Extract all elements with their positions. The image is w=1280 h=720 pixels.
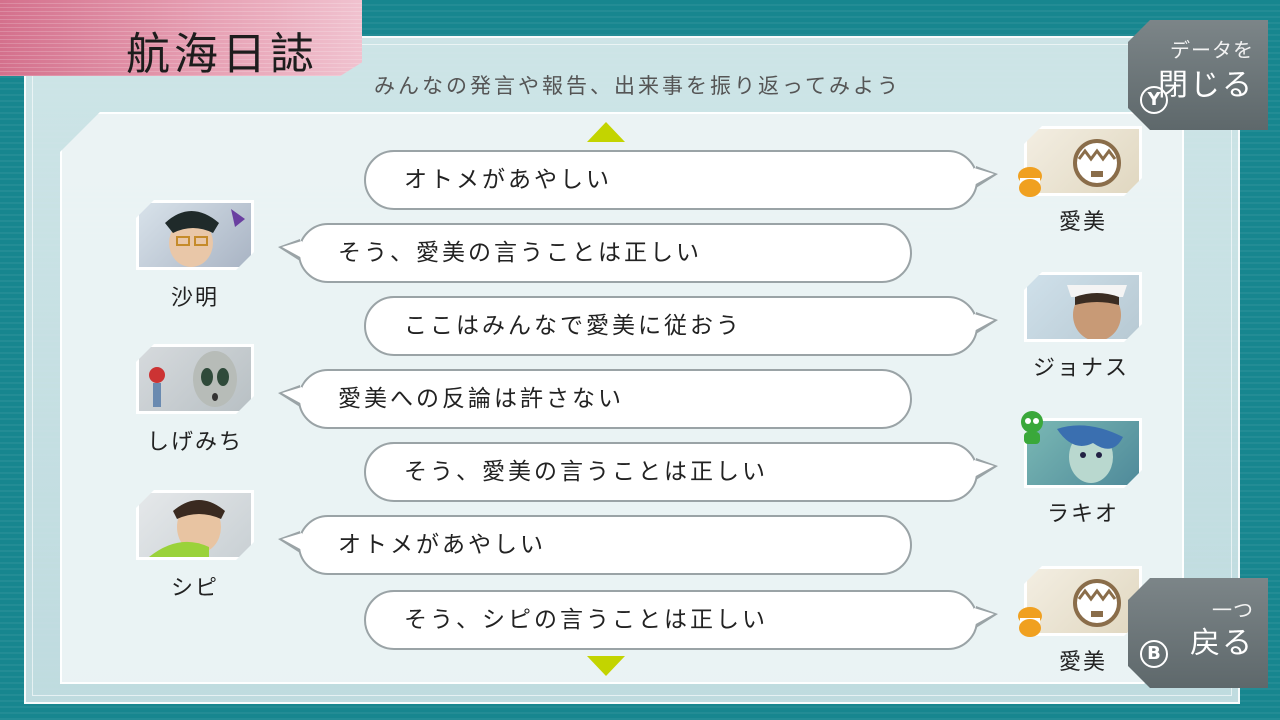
scroll-down-icon[interactable] — [587, 656, 625, 676]
log-entry-bubble: ここはみんなで愛美に従おう — [364, 296, 998, 356]
page-subtitle: みんなの発言や報告、出来事を振り返ってみよう — [374, 74, 901, 98]
log-entry-text: 愛美への反論は許さない — [338, 386, 624, 412]
log-entry-text: そう、愛美の言うことは正しい — [338, 240, 702, 266]
speaker-name: しげみち — [146, 430, 243, 455]
speaker-name: 愛美 — [1058, 210, 1107, 235]
portrait-shamin — [136, 200, 254, 270]
log-entry-bubble: そう、シピの言うことは正しい — [364, 590, 998, 650]
speaker-name: シピ — [170, 576, 219, 601]
log-entry-bubble: そう、愛美の言うことは正しい — [278, 223, 912, 283]
speaker-name: 沙明 — [170, 286, 219, 311]
b-key-icon: B — [1140, 640, 1168, 668]
crewmate-orange-icon — [1014, 604, 1046, 638]
close-data-button[interactable]: データを 閉じる Y — [1128, 20, 1268, 130]
log-entry-text: そう、シピの言うことは正しい — [404, 607, 768, 633]
log-entry-text: そう、愛美の言うことは正しい — [404, 459, 768, 485]
scroll-up-icon[interactable] — [587, 122, 625, 142]
log-entry-text: オトメがあやしい — [338, 532, 546, 558]
portrait-shigemichi — [136, 344, 254, 414]
y-key-icon: Y — [1140, 86, 1168, 114]
close-data-label-line2: 閉じる — [1158, 68, 1254, 103]
log-entry-text: オトメがあやしい — [404, 167, 612, 193]
crewmate-orange-icon — [1014, 164, 1046, 198]
page-title: 航海日誌 — [126, 29, 318, 80]
back-label-line2: 戻る — [1190, 626, 1254, 661]
crewmate-green-icon — [1016, 410, 1048, 444]
portrait-sipi — [136, 490, 254, 560]
log-entry-bubble: 愛美への反論は許さない — [278, 369, 912, 429]
log-entry-bubble: オトメがあやしい — [364, 150, 998, 210]
log-entry-bubble: そう、愛美の言うことは正しい — [364, 442, 998, 502]
portrait-jonas — [1024, 272, 1142, 342]
speaker-name: ジョナス — [1032, 356, 1129, 381]
close-data-label-line1: データを — [1170, 38, 1254, 62]
log-entry-text: ここはみんなで愛美に従おう — [404, 313, 742, 339]
log-entry-bubble: オトメがあやしい — [278, 515, 912, 575]
speaker-name: 愛美 — [1058, 650, 1107, 675]
back-button[interactable]: 一つ 戻る B — [1128, 578, 1268, 688]
speaker-name: ラキオ — [1046, 502, 1119, 527]
